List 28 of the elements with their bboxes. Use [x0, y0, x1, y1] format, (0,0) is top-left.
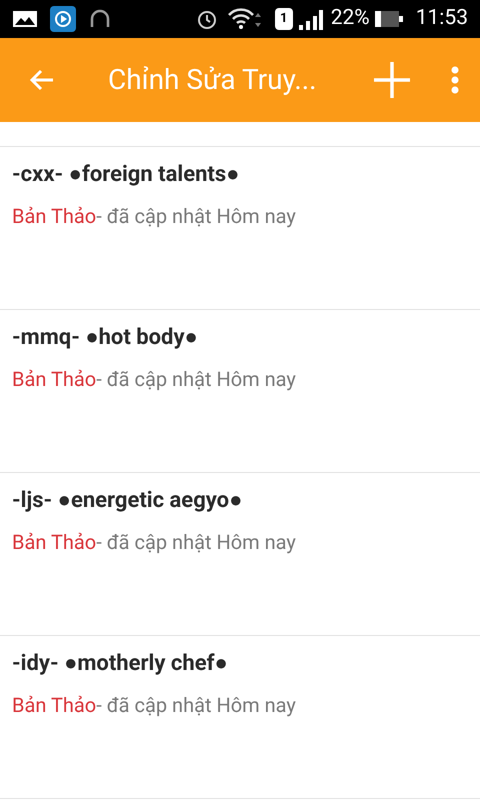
story-row[interactable]: -ljs- ●energetic aegyo● Bản Thảo- đã cập nhật Hôm nay — [0, 473, 480, 636]
image-icon — [12, 9, 38, 29]
story-title: -cxx- ●foreign talents● — [12, 161, 240, 189]
signal-icon — [296, 8, 323, 30]
draft-label: Bản Thảo — [12, 203, 96, 229]
story-row[interactable]: -cxx- ●foreign talents● Bản Thảo- đã cập nhật Hôm nay — [0, 147, 480, 310]
story-title: -ljs- ●energetic aegyo● — [12, 487, 244, 515]
draft-label: Bản Thảo — [12, 692, 96, 718]
story-row[interactable]: -idy- ●motherly chef● Bản Thảo- đã cập nhật Hôm nay — [0, 636, 480, 799]
story-row[interactable]: -mmq- ●hot body● Bản Thảo- đã cập nhật Hôm nay — [0, 310, 480, 473]
plus-icon — [373, 61, 411, 99]
story-title: -idy- ●motherly chef● — [12, 650, 229, 678]
battery-icon — [374, 9, 404, 29]
updated-text: - đã cập nhật Hôm nay — [96, 366, 296, 392]
story-title: -mmq- ●hot body● — [12, 324, 199, 352]
updated-text: - đã cập nhật Hôm nay — [96, 692, 296, 718]
wifi-icon — [226, 7, 263, 31]
sim-icon: 1 — [274, 8, 293, 30]
draft-label: Bản Thảo — [12, 529, 96, 555]
clock: 11:53 — [416, 5, 468, 32]
back-icon — [29, 67, 55, 93]
screen-title: Chỉnh Sửa Truy... — [108, 62, 317, 98]
more-icon — [451, 66, 459, 94]
draft-label: Bản Thảo — [12, 366, 96, 392]
updated-text: - đã cập nhật Hôm nay — [96, 203, 296, 229]
player-app-icon — [50, 6, 76, 32]
battery-percent: 22% — [330, 5, 370, 32]
updated-text: - đã cập nhật Hôm nay — [96, 529, 296, 555]
